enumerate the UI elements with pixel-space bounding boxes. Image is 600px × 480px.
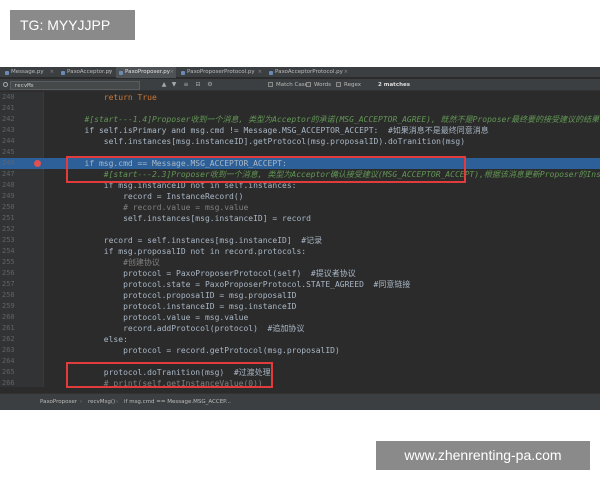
code-line: 261 record.addProtocol(protocol) #追加协议: [2, 324, 305, 333]
breadcrumb-item[interactable]: recvMsg(): [88, 394, 115, 410]
code-line: 263 protocol = record.getProtocol(msg.pr…: [2, 346, 340, 355]
python-file-icon: [61, 70, 65, 75]
python-file-icon: [269, 70, 273, 75]
breadcrumb: PaxoProposer › recvMsg() › if msg.cmd ==…: [0, 393, 600, 410]
checkbox[interactable]: [306, 82, 311, 87]
checkbox[interactable]: [268, 82, 273, 87]
next-match-icon[interactable]: ▼: [170, 81, 178, 89]
code-line: 249 record = InstanceRecord(): [2, 192, 244, 201]
code-line: 253 record = self.instances[msg.instance…: [2, 236, 323, 245]
tab-label: PaxoProposerProtocol.py: [187, 69, 255, 75]
python-file-icon: [119, 70, 123, 75]
code-line: 241: [2, 104, 15, 112]
python-file-icon: [5, 70, 9, 75]
close-icon[interactable]: ×: [258, 67, 262, 78]
previous-match-icon[interactable]: ▲: [160, 81, 168, 89]
chevron-right-icon: ›: [80, 399, 83, 405]
watermark-top: TG: MYYJJPP: [10, 10, 135, 40]
close-icon[interactable]: ×: [108, 67, 112, 78]
words-option[interactable]: Words: [306, 79, 331, 91]
close-icon[interactable]: ×: [344, 67, 348, 78]
code-line: 259 protocol.instanceID = msg.instanceID: [2, 302, 297, 311]
settings-icon[interactable]: ⚙: [206, 81, 214, 89]
tab-label: PaxoProposer.py: [125, 69, 170, 75]
ide-window: Message.py × PaxoAcceptor.py × PaxoPropose…: [0, 67, 600, 410]
editor-tabs: Message.py × PaxoAcceptor.py × PaxoPropose…: [0, 67, 600, 78]
breadcrumb-item[interactable]: PaxoProposer: [40, 394, 77, 410]
tab-label: PaxoAcceptorProtocol.py: [275, 69, 343, 75]
code-line: 255 #创建协议: [2, 258, 160, 267]
annotation-box-do-transition: [66, 362, 273, 388]
code-line: 240 return True: [2, 93, 157, 102]
code-line: 243 if self.isPrimary and msg.cmd != Mes…: [2, 126, 489, 135]
find-bar: recvMs ▲ ▼ ≡ ⊟ ⚙ Match Case Words Regex …: [0, 79, 600, 91]
python-file-icon: [181, 70, 185, 75]
code-line: 262 else:: [2, 335, 128, 344]
checkbox[interactable]: [336, 82, 341, 87]
find-all-icon[interactable]: ≡: [182, 81, 190, 89]
match-case-option[interactable]: Match Case: [268, 79, 308, 91]
close-icon[interactable]: ×: [170, 67, 174, 78]
annotation-box-accept-branch: [66, 156, 466, 183]
code-line: 251 self.instances[msg.instanceID] = rec…: [2, 214, 311, 223]
search-value: recvMs: [14, 82, 34, 89]
close-icon[interactable]: ×: [50, 67, 54, 78]
tab-paxo-proposer-protocol[interactable]: PaxoProposerProtocol.py ×: [178, 67, 264, 78]
code-line: 254 if msg.proposalID not in record.prot…: [2, 247, 307, 256]
tab-paxo-proposer[interactable]: PaxoProposer.py ×: [116, 67, 176, 78]
match-count: 2 matches: [378, 82, 410, 88]
tab-paxo-acceptor[interactable]: PaxoAcceptor.py ×: [58, 67, 114, 78]
breadcrumb-item[interactable]: if msg.cmd == Message.MSG_ACCEP...: [124, 394, 231, 410]
code-line: 256 protocol = PaxoProposerProtocol(self…: [2, 269, 356, 278]
code-line: 242 #[start---1.4]Proposer收到一个消息, 类型为Acc…: [2, 115, 600, 124]
search-icon: [3, 82, 8, 87]
option-label: Regex: [344, 82, 361, 88]
watermark-bottom: www.zhenrenting-pa.com: [376, 441, 590, 470]
code-line: 252: [2, 225, 15, 233]
code-editor[interactable]: 240 return True 241 242 #[start---1.4]Pr…: [0, 92, 600, 388]
tab-paxo-acceptor-protocol[interactable]: PaxoAcceptorProtocol.py ×: [266, 67, 350, 78]
tab-label: Message.py: [11, 69, 44, 75]
search-input[interactable]: recvMs: [10, 80, 140, 90]
option-label: Words: [314, 82, 332, 88]
code-line: 244 self.instances[msg.instanceID].getPr…: [2, 137, 466, 146]
filter-icon[interactable]: ⊟: [194, 81, 202, 89]
code-line: 258 protocol.proposalID = msg.proposalID: [2, 291, 297, 300]
code-line: 257 protocol.state = PaxoProposerProtoco…: [2, 280, 411, 289]
code-line: 260 protocol.value = msg.value: [2, 313, 249, 322]
chevron-right-icon: ›: [116, 399, 119, 405]
regex-option[interactable]: Regex: [336, 79, 361, 91]
tab-message[interactable]: Message.py ×: [2, 67, 56, 78]
code-line: 250 # record.value = msg.value: [2, 203, 249, 212]
breakpoint-icon[interactable]: [34, 160, 41, 167]
option-label: Match Case: [276, 82, 308, 88]
tab-label: PaxoAcceptor.py: [67, 69, 113, 75]
